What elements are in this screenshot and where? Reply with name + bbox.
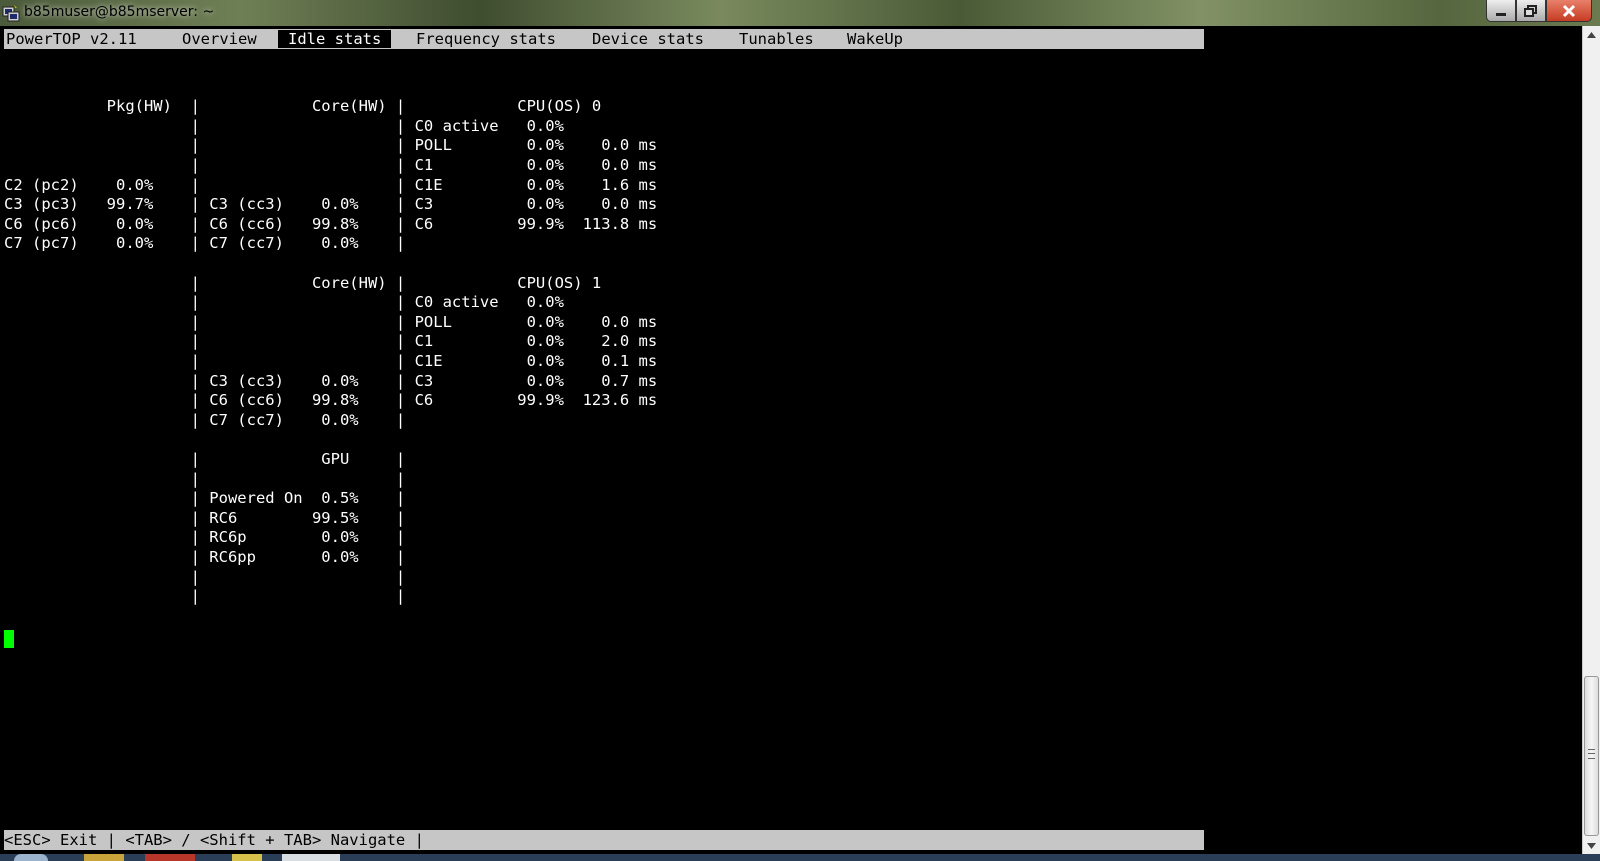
taskbar (0, 854, 1600, 861)
terminal-line: | RC6pp 0.0% | (4, 548, 406, 566)
terminal-line: C2 (pc2) 0.0% | | C1E 0.0% 1.6 ms (4, 175, 658, 194)
tab-device-stats[interactable]: Device stats (590, 30, 706, 48)
scroll-down-button[interactable] (1583, 837, 1600, 854)
app-version-label: PowerTOP v2.11 (6, 30, 137, 48)
tab-idle-stats[interactable]: Idle stats (278, 30, 392, 48)
window-title: b85muser@b85mserver: ~ (24, 4, 215, 20)
terminal-line: | | C1 0.0% 2.0 ms (4, 332, 658, 351)
tab-wakeup[interactable]: WakeUp (845, 30, 905, 48)
close-icon (1562, 4, 1576, 17)
putty-taskbar-icon[interactable] (282, 854, 340, 861)
terminal-area[interactable]: PowerTOP v2.11 Overview Idle stats Frequ… (0, 26, 1582, 854)
vertical-scrollbar[interactable] (1582, 26, 1600, 854)
terminal-line: | Powered On 0.5% | (4, 489, 406, 508)
terminal-line: C6 (pc6) 0.0% | C6 (cc6) 99.8% | C6 99.9… (4, 214, 658, 233)
minimize-button[interactable] (1486, 0, 1516, 22)
terminal-line: C7 (pc7) 0.0% | C7 (cc7) 0.0% | (4, 234, 406, 253)
terminal-line: | GPU | (4, 450, 406, 468)
status-bar: <ESC> Exit | <TAB> / <Shift + TAB> Navig… (4, 830, 1204, 850)
terminal-line: Pkg(HW) | Core(HW) | CPU(OS) 0 (4, 97, 602, 116)
terminal-line: | | (4, 469, 406, 488)
terminal-line: | | (4, 587, 406, 606)
terminal-line: | RC6 99.5% | (4, 508, 406, 527)
browser-icon[interactable] (145, 854, 195, 861)
terminal-line: | C6 (cc6) 99.8% | C6 99.9% 123.6 ms (4, 391, 658, 410)
folder-icon[interactable] (84, 854, 124, 861)
terminal-line: C3 (pc3) 99.7% | C3 (cc3) 0.0% | C3 0.0%… (4, 195, 658, 214)
terminal-line: | C3 (cc3) 0.0% | C3 0.0% 0.7 ms (4, 371, 658, 390)
powertop-menu-bar: PowerTOP v2.11 Overview Idle stats Frequ… (4, 29, 1204, 49)
maximize-button[interactable] (1516, 0, 1546, 22)
terminal-line: | | C0 active 0.0% (4, 116, 564, 135)
grip-icon (1588, 749, 1595, 759)
terminal-line: | | POLL 0.0% 0.0 ms (4, 312, 658, 331)
terminal-line: | | POLL 0.0% 0.0 ms (4, 136, 658, 155)
terminal-line: | | (4, 567, 406, 586)
status-hints: <ESC> Exit | <TAB> / <Shift + TAB> Navig… (4, 831, 424, 849)
tab-tunables[interactable]: Tunables (737, 30, 816, 48)
putty-icon (2, 5, 20, 22)
close-button[interactable] (1546, 0, 1592, 22)
restore-icon (1524, 4, 1537, 17)
terminal-line: | | C1 0.0% 0.0 ms (4, 156, 658, 174)
tab-frequency-stats[interactable]: Frequency stats (414, 30, 558, 48)
tab-overview[interactable]: Overview (180, 30, 259, 48)
scroll-up-button[interactable] (1583, 26, 1600, 43)
terminal-line: | RC6p 0.0% | (4, 528, 406, 547)
app-icon[interactable] (232, 854, 262, 861)
terminal-line: | | C0 active 0.0% (4, 293, 564, 312)
minimize-icon (1496, 12, 1506, 16)
terminal-line: | | C1E 0.0% 0.1 ms (4, 352, 658, 370)
window-controls (1486, 0, 1592, 22)
terminal-line: | C7 (cc7) 0.0% | (4, 410, 406, 429)
window-titlebar[interactable]: b85muser@b85mserver: ~ (0, 0, 1600, 26)
terminal-cursor (4, 630, 14, 648)
scroll-thumb[interactable] (1584, 676, 1599, 836)
arrow-down-icon (1587, 842, 1596, 849)
start-icon[interactable] (14, 854, 48, 861)
terminal-line: | Core(HW) | CPU(OS) 1 (4, 273, 602, 292)
arrow-up-icon (1587, 31, 1596, 38)
